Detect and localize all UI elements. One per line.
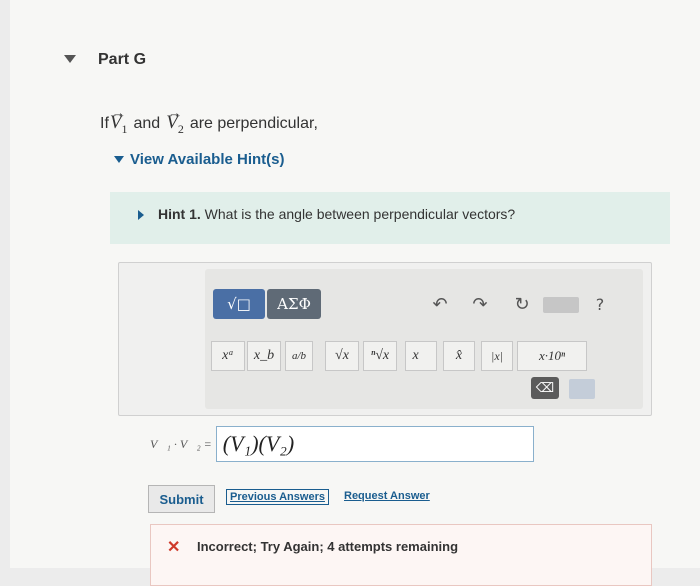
answer-input[interactable]: (V₁)(V₂) — [215, 426, 534, 462]
view-hints-link[interactable]: View Available Hint(s) — [130, 151, 285, 168]
incorrect-x-icon: ✕ — [167, 539, 181, 556]
scientific-notation-button[interactable]: x·10ⁿ — [517, 341, 587, 371]
collapse-arrow-icon[interactable] — [64, 55, 76, 63]
keyboard-toggle-icon[interactable] — [569, 379, 595, 399]
redo-icon[interactable]: ↷ — [467, 291, 493, 317]
square-root-button[interactable]: √x — [325, 341, 359, 371]
request-answer-link[interactable]: Request Answer — [344, 490, 430, 502]
question-connector: and — [133, 115, 161, 132]
vector-arrow-icon: → — [168, 105, 182, 120]
feedback-message: Incorrect; Try Again; 4 attempts remaini… — [197, 539, 459, 554]
help-button[interactable]: ? — [589, 291, 611, 317]
templates-button[interactable]: √□ — [213, 289, 265, 319]
unit-vector-button[interactable]: x̂ — [443, 341, 475, 371]
vector-button[interactable]: x⃗ — [405, 341, 437, 371]
question-suffix: are perpendicular, — [189, 115, 318, 132]
nth-root-button[interactable]: ⁿ√x — [363, 341, 397, 371]
absolute-value-button[interactable]: |x| — [481, 341, 513, 371]
keyboard-icon[interactable] — [543, 297, 579, 313]
page: Part G If → V1 and → V2 are perpendicula… — [10, 0, 700, 586]
question-prefix: If — [100, 115, 109, 132]
answer-label: V⃗₁ · V⃗₂ = — [150, 436, 212, 451]
reset-icon[interactable]: ↻ — [509, 291, 535, 317]
editor-toolbar-panel: √□ ΑΣΦ ↶ ↷ ↻ ? xᵃ x_b a/b √x ⁿ√x x⃗ x̂ |… — [205, 269, 643, 409]
submit-button[interactable]: Submit — [148, 485, 215, 513]
hint-toggle-arrow-icon[interactable] — [114, 156, 124, 163]
vector-v1: → V1 — [109, 105, 128, 136]
superscript-button[interactable]: xᵃ — [211, 341, 245, 371]
greek-symbols-button[interactable]: ΑΣΦ — [267, 289, 321, 319]
subscript-button[interactable]: x_b — [247, 341, 281, 371]
undo-icon[interactable]: ↶ — [427, 291, 453, 317]
vector-arrow-icon: → — [111, 105, 125, 120]
hint-item[interactable]: Hint 1. What is the angle between perpen… — [110, 192, 670, 244]
question-text: If → V1 and → V2 are perpendicular, — [100, 105, 323, 137]
vector-v2: → V2 — [166, 105, 184, 136]
hint-number: Hint 1. — [158, 206, 201, 222]
math-editor: √□ ΑΣΦ ↶ ↷ ↻ ? xᵃ x_b a/b √x ⁿ√x x⃗ x̂ |… — [118, 262, 652, 416]
answer-row: V⃗₁ · V⃗₂ = (V₁)(V₂) — [150, 426, 534, 462]
previous-answers-link[interactable]: Previous Answers — [226, 489, 329, 505]
hint-body: What is the angle between perpendicular … — [204, 206, 516, 222]
fraction-button[interactable]: a/b — [285, 341, 313, 371]
hint-expand-caret-icon[interactable] — [138, 210, 144, 220]
part-title: Part G — [98, 51, 147, 68]
hint-text: Hint 1. What is the angle between perpen… — [158, 206, 515, 222]
feedback-box: ✕ Incorrect; Try Again; 4 attempts remai… — [150, 524, 652, 586]
backspace-icon[interactable]: ⌫ — [531, 377, 559, 399]
